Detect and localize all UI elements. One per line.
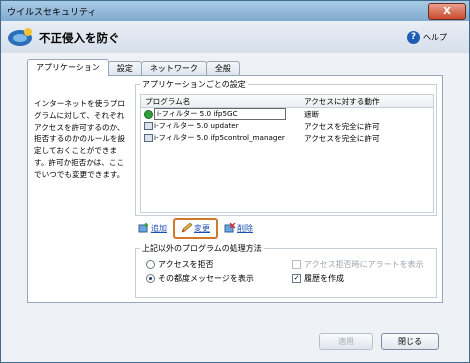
radio-button[interactable] — [146, 260, 155, 269]
program-name: i-フィルター 5.0 ifp5control_manager — [154, 133, 285, 142]
delete-icon — [224, 223, 236, 233]
pencil-icon — [181, 223, 193, 233]
close-button[interactable]: 閉じる — [381, 333, 439, 350]
checkbox-alert-label: アクセス拒否時にアラートを表示 — [304, 260, 424, 269]
title-bar: ウイルスセキュリティ X — [1, 1, 469, 21]
add-icon — [138, 223, 148, 233]
radio-button-selected[interactable] — [146, 274, 155, 283]
change-label: 変更 — [194, 223, 210, 233]
app-settings-group: アプリケーションごとの設定 プログラム名 アクセスに対する動作 i-フィルター … — [135, 79, 437, 216]
tab-strip: アプリケーション 設定 ネットワーク 全般 — [27, 59, 240, 76]
radio-block-access[interactable]: アクセスを拒否 — [146, 259, 214, 270]
radio-show-message[interactable]: その都度メッセージを表示 — [146, 273, 254, 284]
radio-block-label: アクセスを拒否 — [158, 260, 214, 269]
delete-button[interactable]: 削除 — [224, 223, 253, 234]
window-icon — [144, 134, 153, 142]
window-icon — [144, 122, 153, 130]
program-action: 遮断 — [304, 110, 320, 119]
other-programs-group: 上記以外のプログラムの処理方法 アクセスを拒否 その都度メッセージを表示 アクセ… — [135, 243, 437, 298]
apply-button[interactable]: 適用 — [319, 333, 373, 350]
green-shield-icon — [144, 110, 153, 119]
app-settings-legend: アプリケーションごとの設定 — [140, 79, 248, 90]
program-action: アクセスを完全に許可 — [304, 134, 380, 143]
checkbox[interactable] — [292, 260, 301, 269]
program-action: アクセスを完全に許可 — [304, 122, 380, 131]
tab-panel: インターネットを使うプログラムに対して、それぞれアクセスを許可するのか、拒否する… — [27, 75, 443, 303]
checkbox-alert[interactable]: アクセス拒否時にアラートを表示 — [292, 259, 424, 270]
app-logo-icon — [8, 28, 32, 46]
program-name: i-フィルター 5.0 ifp5GC — [154, 108, 286, 120]
tab-application[interactable]: アプリケーション — [27, 59, 109, 76]
app-window: ウイルスセキュリティ X 不正侵入を防ぐ ? ヘルプ アプリケーション 設定 ネ… — [0, 0, 470, 363]
tab-settings[interactable]: 設定 — [107, 61, 142, 76]
window-title: ウイルスセキュリティ — [7, 8, 97, 18]
tab-general[interactable]: 全般 — [205, 61, 240, 76]
other-programs-legend: 上記以外のプログラムの処理方法 — [140, 243, 264, 254]
add-label: 追加 — [151, 223, 167, 233]
checkbox-checked[interactable]: ✓ — [292, 274, 301, 283]
list-item[interactable]: i-フィルター 5.0 updater アクセスを完全に許可 — [141, 120, 433, 132]
change-button[interactable]: 変更 — [173, 217, 218, 239]
help-label: ヘルプ — [423, 33, 447, 42]
program-name: i-フィルター 5.0 updater — [154, 121, 239, 130]
program-list[interactable]: プログラム名 アクセスに対する動作 i-フィルター 5.0 ifp5GC 遮断 … — [140, 94, 434, 213]
add-button[interactable]: 追加 — [138, 223, 167, 234]
checkbox-history-label: 履歴を作成 — [304, 274, 344, 283]
delete-label: 削除 — [237, 223, 253, 233]
footer-bar: 適用 閉じる — [1, 327, 469, 362]
window-close-button[interactable]: X — [428, 3, 466, 20]
help-link[interactable]: ? ヘルプ — [407, 31, 447, 44]
header-bar: 不正侵入を防ぐ ? ヘルプ — [1, 21, 469, 53]
list-item[interactable]: i-フィルター 5.0 ifp5control_manager アクセスを完全に… — [141, 132, 433, 144]
action-bar: 追加 変更 削除 — [138, 216, 253, 240]
list-header: プログラム名 アクセスに対する動作 — [141, 95, 433, 108]
checkbox-history[interactable]: ✓ 履歴を作成 — [292, 273, 344, 284]
tab-network[interactable]: ネットワーク — [140, 61, 207, 76]
column-header-program[interactable]: プログラム名 — [145, 96, 190, 107]
description-text: インターネットを使うプログラムに対して、それぞれアクセスを許可するのか、拒否する… — [34, 99, 126, 179]
page-title: 不正侵入を防ぐ — [39, 31, 120, 45]
help-icon: ? — [407, 31, 420, 44]
column-header-action[interactable]: アクセスに対する動作 — [304, 96, 380, 107]
list-item[interactable]: i-フィルター 5.0 ifp5GC 遮断 — [141, 108, 433, 120]
radio-ask-label: その都度メッセージを表示 — [158, 274, 254, 283]
